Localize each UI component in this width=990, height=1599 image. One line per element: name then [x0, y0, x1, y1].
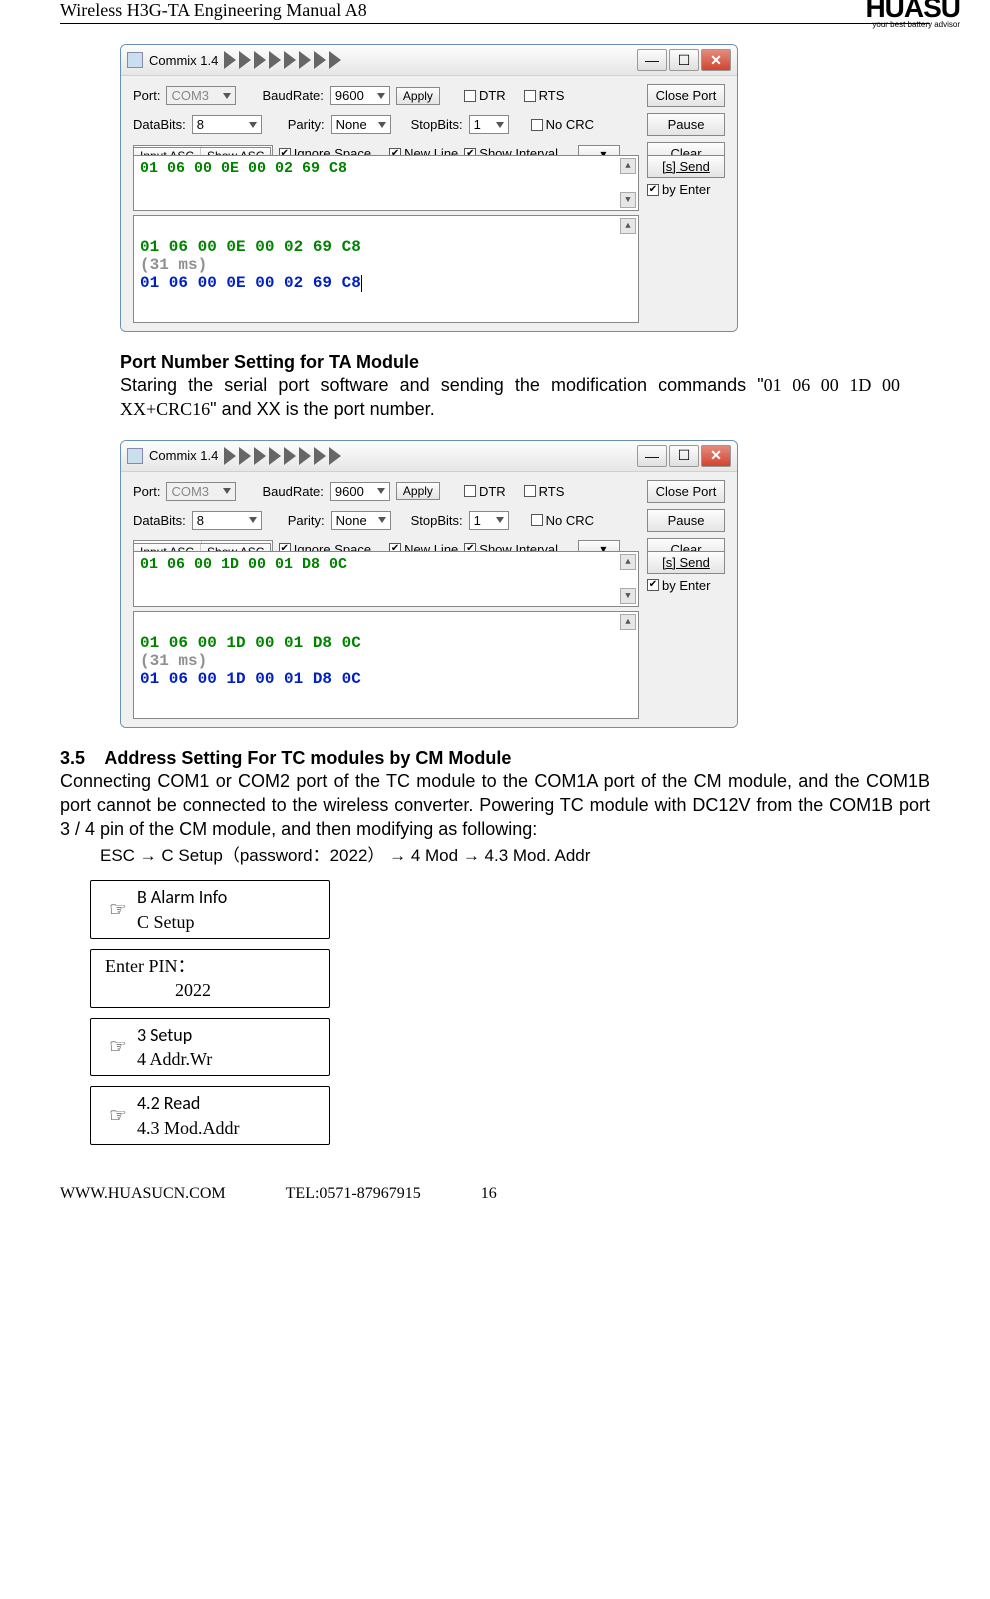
by-enter-checkbox[interactable]: ✔by Enter: [647, 182, 725, 197]
menu-2-line-2: 2022: [105, 978, 319, 1002]
maximize-button[interactable]: ☐: [669, 445, 699, 467]
brand-logo: HUASU your best battery advisor: [865, 0, 960, 29]
footer-page: 16: [481, 1185, 497, 1203]
menu-box-4: ☞ 4.2 Read 4.3 Mod.Addr: [90, 1086, 330, 1145]
monitor-output: 01 06 00 0E 00 02 69 C8 (31 ms) 01 06 00…: [133, 215, 639, 323]
monitor-time: (31 ms): [140, 652, 632, 670]
scroll-up-icon[interactable]: ▲: [620, 158, 636, 174]
rts-checkbox[interactable]: RTS: [524, 88, 565, 103]
titlebar[interactable]: Commix 1.4 — ☐ ✕: [121, 441, 737, 472]
port-combo[interactable]: COM3: [166, 86, 236, 105]
send-button[interactable]: [s] Send: [647, 155, 725, 178]
titlebar-decoration: [224, 51, 384, 69]
parity-combo[interactable]: None: [331, 115, 391, 134]
stopbits-combo[interactable]: 1: [469, 115, 509, 134]
menu-box-3: ☞ 3 Setup 4 Addr.Wr: [90, 1018, 330, 1077]
commix-window-1: Commix 1.4 — ☐ ✕ Port: COM: [120, 44, 738, 332]
nav-path: ESC → C Setup（password：2022） → 4 Mod → 4…: [60, 841, 930, 866]
databits-combo[interactable]: 8: [192, 511, 262, 530]
page-footer: WWW.HUASUCN.COM TEL:0571-87967915 16: [60, 1185, 930, 1203]
monitor-output: 01 06 00 1D 00 01 D8 0C (31 ms) 01 06 00…: [133, 611, 639, 719]
parity-combo[interactable]: None: [331, 511, 391, 530]
menu-1-line-2: C Setup: [137, 910, 227, 934]
hand-pointer-icon: ☞: [109, 1106, 127, 1126]
minimize-button[interactable]: —: [637, 49, 667, 71]
send-input[interactable]: 01 06 00 0E 00 02 69 C8 ▲ ▼: [133, 155, 639, 211]
close-button[interactable]: ✕: [701, 445, 731, 467]
menu-1-line-1: B Alarm Info: [137, 885, 227, 909]
stopbits-combo[interactable]: 1: [469, 511, 509, 530]
menu-4-line-1: 4.2 Read: [137, 1091, 240, 1115]
footer-site: WWW.HUASUCN.COM: [60, 1185, 226, 1203]
window-title: Commix 1.4: [149, 448, 218, 463]
scroll-down-icon[interactable]: ▼: [620, 192, 636, 208]
scroll-down-icon[interactable]: ▼: [620, 588, 636, 604]
pause-button[interactable]: Pause: [647, 509, 725, 532]
doc-title: Wireless H3G-TA Engineering Manual A8: [60, 0, 367, 21]
menu-box-2: Enter PIN： 2022: [90, 949, 330, 1008]
nocrc-checkbox[interactable]: No CRC: [531, 117, 594, 132]
scroll-up-icon[interactable]: ▲: [620, 218, 636, 234]
menu-4-line-2: 4.3 Mod.Addr: [137, 1116, 240, 1140]
logo-tagline: your best battery advisor: [865, 20, 960, 29]
by-enter-checkbox[interactable]: ✔by Enter: [647, 578, 725, 593]
stopbits-label: StopBits:: [411, 513, 463, 528]
monitor-sent: 01 06 00 1D 00 01 D8 0C: [140, 634, 632, 652]
databits-combo[interactable]: 8: [192, 115, 262, 134]
hand-pointer-icon: ☞: [109, 900, 127, 920]
databits-label: DataBits:: [133, 513, 186, 528]
nocrc-checkbox[interactable]: No CRC: [531, 513, 594, 528]
dtr-checkbox[interactable]: DTR: [464, 88, 506, 103]
close-port-button[interactable]: Close Port: [647, 480, 725, 503]
port-label: Port:: [133, 484, 160, 499]
section-heading-port: Port Number Setting for TA Module: [120, 352, 900, 373]
minimize-button[interactable]: —: [637, 445, 667, 467]
databits-label: DataBits:: [133, 117, 186, 132]
app-icon: [127, 448, 143, 464]
commix-window-2: Commix 1.4 — ☐ ✕ Port: COM: [120, 440, 738, 728]
menu-box-1: ☞ B Alarm Info C Setup: [90, 880, 330, 939]
apply-button[interactable]: Apply: [396, 87, 440, 105]
monitor-time: (31 ms): [140, 256, 632, 274]
maximize-button[interactable]: ☐: [669, 49, 699, 71]
monitor-recv: 01 06 00 1D 00 01 D8 0C: [140, 670, 632, 688]
section-3-5-heading: 3.5 Address Setting For TC modules by CM…: [60, 748, 930, 769]
stopbits-label: StopBits:: [411, 117, 463, 132]
scroll-up-icon[interactable]: ▲: [620, 554, 636, 570]
parity-label: Parity:: [288, 513, 325, 528]
apply-button[interactable]: Apply: [396, 482, 440, 500]
footer-tel: TEL:0571-87967915: [286, 1185, 421, 1203]
parity-label: Parity:: [288, 117, 325, 132]
menu-3-line-2: 4 Addr.Wr: [137, 1047, 212, 1071]
baud-label: BaudRate:: [262, 484, 323, 499]
titlebar-decoration: [224, 447, 384, 465]
titlebar[interactable]: Commix 1.4 — ☐ ✕: [121, 45, 737, 76]
baud-combo[interactable]: 9600: [330, 86, 390, 105]
scroll-up-icon[interactable]: ▲: [620, 614, 636, 630]
monitor-sent: 01 06 00 0E 00 02 69 C8: [140, 238, 632, 256]
hand-pointer-icon: ☞: [109, 1037, 127, 1057]
baud-label: BaudRate:: [262, 88, 323, 103]
dtr-checkbox[interactable]: DTR: [464, 484, 506, 499]
pause-button[interactable]: Pause: [647, 113, 725, 136]
close-button[interactable]: ✕: [701, 49, 731, 71]
send-input[interactable]: 01 06 00 1D 00 01 D8 0C ▲ ▼: [133, 551, 639, 607]
section-3-5-body: Connecting COM1 or COM2 port of the TC m…: [60, 769, 930, 842]
send-button[interactable]: [s] Send: [647, 551, 725, 574]
app-icon: [127, 52, 143, 68]
port-section-body: Staring the serial port software and sen…: [120, 373, 900, 422]
baud-combo[interactable]: 9600: [330, 482, 390, 501]
port-label: Port:: [133, 88, 160, 103]
close-port-button[interactable]: Close Port: [647, 84, 725, 107]
port-combo[interactable]: COM3: [166, 482, 236, 501]
monitor-recv: 01 06 00 0E 00 02 69 C8: [140, 274, 361, 292]
menu-2-line-1: Enter PIN：: [105, 954, 319, 978]
rts-checkbox[interactable]: RTS: [524, 484, 565, 499]
menu-3-line-1: 3 Setup: [137, 1023, 212, 1047]
window-title: Commix 1.4: [149, 53, 218, 68]
